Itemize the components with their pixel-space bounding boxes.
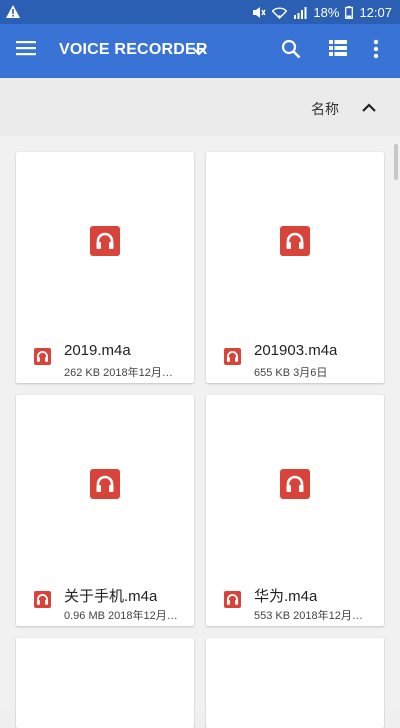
sort-label[interactable]: 名称 [311, 99, 339, 119]
chevron-up-icon[interactable] [362, 100, 376, 118]
audio-file-icon [34, 348, 51, 365]
audio-file-icon [224, 348, 241, 365]
audio-file-icon [34, 591, 51, 608]
file-meta: 0.96 MB 2018年12月… [64, 610, 178, 622]
headphones-icon [90, 226, 120, 256]
sort-bar: 名称 [0, 78, 400, 137]
file-card[interactable] [16, 638, 194, 728]
file-name: 2019.m4a [64, 342, 131, 359]
list-view-icon[interactable] [329, 40, 347, 61]
file-meta: 553 KB 2018年12月… [254, 610, 363, 622]
file-name: 201903.m4a [254, 342, 338, 359]
headphones-icon [280, 226, 310, 256]
file-card[interactable]: 201903.m4a 655 KB 3月6日 [206, 152, 384, 383]
file-card[interactable]: 2019.m4a 262 KB 2018年12月… [16, 152, 194, 383]
headphones-icon [90, 469, 120, 499]
clock: 12:07 [359, 5, 392, 20]
file-card[interactable] [206, 638, 384, 728]
chevron-down-icon[interactable] [192, 43, 206, 61]
app-bar: VOICE RECORDER [0, 24, 400, 78]
file-grid: 2019.m4a 262 KB 2018年12月… 201903.m4a 655… [0, 136, 400, 728]
menu-icon[interactable] [16, 40, 36, 61]
search-icon[interactable] [281, 39, 301, 64]
audio-file-icon [224, 591, 241, 608]
scrollbar-thumb[interactable] [394, 144, 398, 180]
warning-icon [6, 5, 20, 18]
status-bar: 18% 12:07 [0, 0, 400, 24]
file-name: 华为.m4a [254, 588, 318, 605]
signal-icon [293, 6, 307, 19]
file-meta: 655 KB 3月6日 [254, 367, 328, 379]
battery-icon [345, 6, 354, 19]
app-title[interactable]: VOICE RECORDER [59, 41, 208, 59]
more-vert-icon[interactable] [373, 39, 379, 64]
wifi-icon [272, 6, 288, 19]
file-meta: 262 KB 2018年12月… [64, 367, 173, 379]
file-card[interactable]: 华为.m4a 553 KB 2018年12月… [206, 395, 384, 626]
headphones-icon [280, 469, 310, 499]
file-name: 关于手机.m4a [64, 588, 158, 605]
file-card[interactable]: 关于手机.m4a 0.96 MB 2018年12月… [16, 395, 194, 626]
battery-percent: 18% [313, 5, 340, 20]
mute-icon [252, 6, 267, 19]
